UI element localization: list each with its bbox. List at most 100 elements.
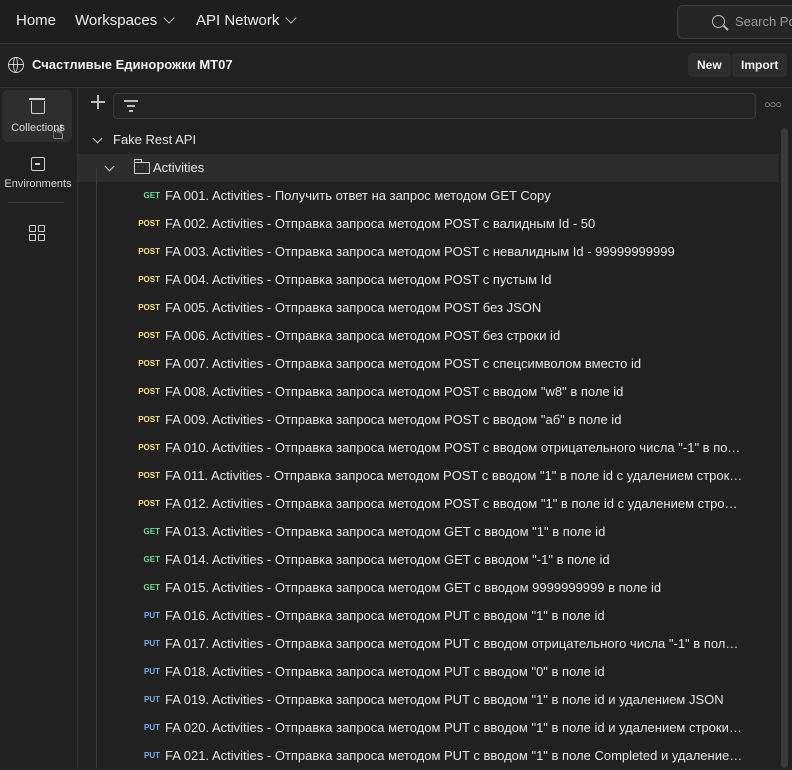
environments-label: Environments xyxy=(4,178,72,190)
method-badge: GET xyxy=(143,191,160,200)
request-name: FA 008. Activities - Отправка запроса ме… xyxy=(165,384,624,399)
method-badge: POST xyxy=(138,275,160,284)
method-badge: GET xyxy=(143,583,160,592)
request-item[interactable]: POST FA 011. Activities - Отправка запрос… xyxy=(78,462,778,490)
method-badge: POST xyxy=(138,443,160,452)
request-name: FA 021. Activities - Отправка запроса ме… xyxy=(165,748,743,763)
method-badge: PUT xyxy=(144,695,160,704)
sidebar-item-environments[interactable]: Environments xyxy=(2,146,72,198)
request-item[interactable]: POST FA 004. Activities - Отправка запрос… xyxy=(78,266,778,294)
request-item[interactable]: POST FA 003. Activities - Отправка запрос… xyxy=(78,238,778,266)
home-link[interactable]: Home xyxy=(16,0,56,43)
request-name: FA 006. Activities - Отправка запроса ме… xyxy=(165,328,561,343)
request-name: FA 014. Activities - Отправка запроса ме… xyxy=(165,552,610,567)
method-badge: GET xyxy=(143,527,160,536)
workspaces-menu[interactable]: Workspaces xyxy=(75,0,175,43)
api-network-menu[interactable]: API Network xyxy=(196,0,298,43)
request-item[interactable]: POST FA 012. Activities - Отправка запрос… xyxy=(78,490,778,518)
method-badge: POST xyxy=(138,499,160,508)
request-item[interactable]: PUT FA 018. Activities - Отправка запроса… xyxy=(78,658,778,686)
request-name: FA 013. Activities - Отправка запроса ме… xyxy=(165,524,606,539)
request-name: FA 005. Activities - Отправка запроса ме… xyxy=(165,300,542,315)
hand-pointer-icon: ☝ xyxy=(52,122,65,144)
request-name: FA 020. Activities - Отправка запроса ме… xyxy=(165,720,743,735)
chevron-down-icon xyxy=(92,133,103,144)
folder-icon xyxy=(133,159,150,174)
request-name: FA 015. Activities - Отправка запроса ме… xyxy=(165,580,662,595)
method-badge: PUT xyxy=(144,639,160,648)
request-item[interactable]: POST FA 002. Activities - Отправка запрос… xyxy=(78,210,778,238)
collection-name: Fake Rest API xyxy=(113,132,197,147)
method-badge: POST xyxy=(138,331,160,340)
request-item[interactable]: POST FA 006. Activities - Отправка запрос… xyxy=(78,322,778,350)
workspaces-label: Workspaces xyxy=(75,12,158,29)
method-badge: GET xyxy=(143,555,160,564)
request-name: FA 004. Activities - Отправка запроса ме… xyxy=(165,272,552,287)
request-item[interactable]: PUT FA 017. Activities - Отправка запроса… xyxy=(78,630,778,658)
collections-icon xyxy=(29,98,45,114)
request-name: FA 016. Activities - Отправка запроса ме… xyxy=(165,608,605,623)
method-badge: POST xyxy=(138,387,160,396)
method-badge: POST xyxy=(138,471,160,480)
environments-icon xyxy=(31,157,45,171)
folder-row[interactable]: Activities xyxy=(78,154,778,182)
workspace-header: Счастливые Единорожки МТ07 New Import xyxy=(0,44,792,88)
request-name: FA 011. Activities - Отправка запроса ме… xyxy=(165,468,743,483)
request-name: FA 002. Activities - Отправка запроса ме… xyxy=(165,216,596,231)
more-options-icon[interactable]: ○○○ xyxy=(764,99,782,111)
request-item[interactable]: PUT FA 021. Activities - Отправка запроса… xyxy=(78,742,778,770)
request-item[interactable]: PUT FA 020. Activities - Отправка запроса… xyxy=(78,714,778,742)
request-name: FA 007. Activities - Отправка запроса ме… xyxy=(165,356,642,371)
request-name: FA 017. Activities - Отправка запроса ме… xyxy=(165,636,743,651)
request-name: FA 009. Activities - Отправка запроса ме… xyxy=(165,412,622,427)
request-name: FA 010. Activities - Отправка запроса ме… xyxy=(165,440,743,455)
request-name: FA 001. Activities - Получить ответ на з… xyxy=(165,188,551,203)
configure-sidebar-icon[interactable] xyxy=(29,225,45,241)
method-badge: POST xyxy=(138,247,160,256)
request-item[interactable]: GET FA 001. Activities - Получить ответ н… xyxy=(78,182,778,210)
folder-name: Activities xyxy=(153,160,205,175)
chevron-down-icon xyxy=(163,12,175,24)
filter-input[interactable] xyxy=(113,93,756,119)
request-name: FA 019. Activities - Отправка запроса ме… xyxy=(165,692,724,707)
top-navigation-bar: Home Workspaces API Network Search Po xyxy=(0,0,792,44)
sidebar-rail: Collections Environments xyxy=(0,88,78,768)
method-badge: PUT xyxy=(144,751,160,760)
request-name: FA 012. Activities - Отправка запроса ме… xyxy=(165,496,743,511)
globe-icon xyxy=(8,57,24,73)
method-badge: POST xyxy=(138,415,160,424)
request-item[interactable]: GET FA 014. Activities - Отправка запроса… xyxy=(78,546,778,574)
method-badge: PUT xyxy=(144,723,160,732)
request-item[interactable]: PUT FA 016. Activities - Отправка запроса… xyxy=(78,602,778,630)
request-item[interactable]: POST FA 007. Activities - Отправка запрос… xyxy=(78,350,778,378)
method-badge: POST xyxy=(138,303,160,312)
add-collection-icon[interactable] xyxy=(90,94,106,110)
request-item[interactable]: PUT FA 019. Activities - Отправка запроса… xyxy=(78,686,778,714)
collection-row[interactable]: Fake Rest API xyxy=(78,126,778,154)
chevron-down-icon xyxy=(285,12,298,24)
collections-panel: ○○○ Fake Rest API Activities GET FA 001. … xyxy=(78,88,792,768)
request-item[interactable]: POST FA 010. Activities - Отправка запрос… xyxy=(78,434,778,462)
scrollbar[interactable] xyxy=(781,128,788,768)
workspace-title: Счастливые Единорожки МТ07 xyxy=(32,57,233,72)
import-button[interactable]: Import xyxy=(732,53,788,77)
chevron-down-icon xyxy=(104,161,115,172)
request-name: FA 003. Activities - Отправка запроса ме… xyxy=(165,244,675,259)
search-icon xyxy=(712,15,725,28)
request-item[interactable]: POST FA 009. Activities - Отправка запрос… xyxy=(78,406,778,434)
rail-divider xyxy=(8,202,64,203)
new-button[interactable]: New xyxy=(688,53,731,77)
method-badge: PUT xyxy=(144,667,160,676)
filter-icon xyxy=(124,100,138,112)
request-name: FA 018. Activities - Отправка запроса ме… xyxy=(165,664,605,679)
request-item[interactable]: GET FA 015. Activities - Отправка запроса… xyxy=(78,574,778,602)
request-item[interactable]: POST FA 005. Activities - Отправка запрос… xyxy=(78,294,778,322)
method-badge: POST xyxy=(138,359,160,368)
request-item[interactable]: POST FA 008. Activities - Отправка запрос… xyxy=(78,378,778,406)
method-badge: POST xyxy=(138,219,160,228)
method-badge: PUT xyxy=(144,611,160,620)
search-input[interactable]: Search Po xyxy=(677,5,792,39)
request-item[interactable]: GET FA 013. Activities - Отправка запроса… xyxy=(78,518,778,546)
api-network-label: API Network xyxy=(196,12,280,29)
search-placeholder: Search Po xyxy=(735,14,792,29)
